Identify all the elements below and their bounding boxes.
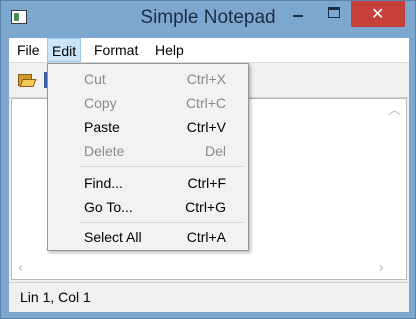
menu-item-select-all[interactable]: Select All Ctrl+A [48, 225, 248, 249]
notepad-window: Simple Notepad ✕ File Edit Format Help ︿… [0, 0, 416, 319]
close-button[interactable]: ✕ [351, 1, 405, 27]
menu-file[interactable]: File [13, 40, 44, 60]
minimize-icon [293, 15, 303, 17]
scroll-left-icon[interactable]: ‹ [18, 261, 23, 276]
menu-help[interactable]: Help [151, 40, 188, 60]
menu-item-delete[interactable]: Delete Del [48, 139, 248, 163]
menu-item-paste[interactable]: Paste Ctrl+V [48, 115, 248, 139]
title-bar[interactable]: Simple Notepad ✕ [1, 1, 415, 37]
menu-item-cut[interactable]: Cut Ctrl+X [48, 67, 248, 91]
maximize-icon [328, 7, 340, 18]
menu-item-copy[interactable]: Copy Ctrl+C [48, 91, 248, 115]
open-folder-icon[interactable] [17, 71, 37, 89]
menu-item-find[interactable]: Find... Ctrl+F [48, 171, 248, 195]
maximize-button[interactable] [317, 1, 351, 27]
scroll-right-icon[interactable]: › [379, 261, 384, 276]
close-icon: ✕ [371, 4, 385, 23]
scroll-up-icon[interactable]: ︿ [388, 99, 401, 118]
horizontal-scrollbar[interactable]: ‹ › [12, 261, 406, 279]
menu-separator [80, 222, 244, 223]
edit-menu-dropdown: Cut Ctrl+X Copy Ctrl+C Paste Ctrl+V Dele… [47, 63, 249, 251]
menu-item-goto[interactable]: Go To... Ctrl+G [48, 195, 248, 219]
minimize-button[interactable] [281, 1, 315, 27]
menu-format[interactable]: Format [90, 40, 142, 60]
menu-bar: File Edit Format Help [9, 38, 409, 63]
vertical-scrollbar[interactable]: ︿ [388, 99, 406, 262]
menu-edit[interactable]: Edit [47, 38, 82, 62]
menu-separator [80, 166, 244, 167]
cursor-position: Lin 1, Col 1 [20, 289, 91, 305]
status-bar: Lin 1, Col 1 [9, 282, 409, 312]
